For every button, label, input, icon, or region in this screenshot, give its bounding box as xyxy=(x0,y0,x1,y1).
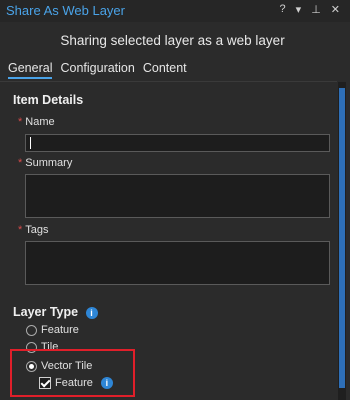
required-asterisk-icon: * xyxy=(18,224,23,236)
text-caret xyxy=(30,137,31,149)
close-icon[interactable]: ✕ xyxy=(331,3,344,16)
radio-feature-label: Feature xyxy=(41,324,79,336)
tab-configuration[interactable]: Configuration xyxy=(60,61,134,79)
radio-feature[interactable]: Feature xyxy=(26,324,79,336)
required-asterisk-icon: * xyxy=(18,116,23,128)
radio-button[interactable] xyxy=(26,324,37,336)
name-label: * Name xyxy=(18,116,55,128)
scrollbar-thumb[interactable] xyxy=(339,88,345,388)
info-icon[interactable]: i xyxy=(85,306,98,319)
layer-type-heading: Layer Type i xyxy=(13,305,98,319)
name-input[interactable] xyxy=(25,134,330,152)
tags-label-text: Tags xyxy=(25,224,49,236)
title-bar: Share As Web Layer ? ▾ ⊥ ✕ xyxy=(0,0,350,22)
tab-general[interactable]: General xyxy=(8,61,53,79)
tab-content[interactable]: Content xyxy=(143,61,187,79)
layer-type-heading-text: Layer Type xyxy=(13,305,79,319)
pane-subtitle: Sharing selected layer as a web layer xyxy=(60,33,285,48)
options-dropdown-icon[interactable]: ▾ xyxy=(296,3,306,16)
summary-label-text: Summary xyxy=(25,157,73,169)
tab-bar: General Configuration Content xyxy=(8,61,187,79)
item-details-heading: Item Details xyxy=(13,93,84,107)
vertical-scrollbar[interactable] xyxy=(338,82,346,400)
summary-label: * Summary xyxy=(18,157,72,169)
name-label-text: Name xyxy=(25,116,55,128)
summary-textarea[interactable] xyxy=(25,174,330,218)
required-asterisk-icon: * xyxy=(18,157,23,169)
tab-divider xyxy=(0,81,337,82)
window-controls: ? ▾ ⊥ ✕ xyxy=(280,3,344,16)
tags-textarea[interactable] xyxy=(25,241,330,285)
pin-icon[interactable]: ⊥ xyxy=(311,3,325,16)
tags-label: * Tags xyxy=(18,224,49,236)
highlight-annotation xyxy=(10,349,135,397)
window-title: Share As Web Layer xyxy=(6,3,125,18)
help-icon[interactable]: ? xyxy=(280,3,290,16)
